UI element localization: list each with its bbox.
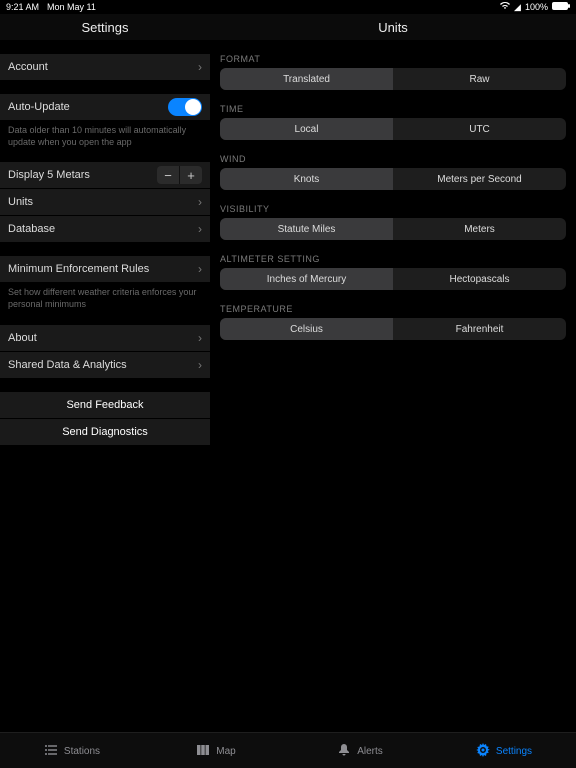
auto-update-toggle[interactable] bbox=[168, 98, 202, 116]
wifi-icon bbox=[500, 2, 510, 12]
segment-option[interactable]: Translated bbox=[220, 68, 393, 90]
cell-icon: ◢ bbox=[514, 2, 521, 13]
segment-option[interactable]: Hectopascals bbox=[393, 268, 566, 290]
auto-update-row: Auto-Update bbox=[0, 94, 210, 121]
segmented-control: TranslatedRaw bbox=[220, 68, 566, 90]
segmented-control: Statute MilesMeters bbox=[220, 218, 566, 240]
shared-data-row[interactable]: Shared Data & Analytics › bbox=[0, 352, 210, 378]
group-label: TEMPERATURE bbox=[210, 304, 576, 314]
segment-option[interactable]: Local bbox=[220, 118, 393, 140]
segment-option[interactable]: Fahrenheit bbox=[393, 318, 566, 340]
send-feedback-button[interactable]: Send Feedback bbox=[0, 392, 210, 419]
chevron-right-icon: › bbox=[198, 358, 202, 372]
segment-option[interactable]: UTC bbox=[393, 118, 566, 140]
group-label: TIME bbox=[210, 104, 576, 114]
segment-option[interactable]: Knots bbox=[220, 168, 393, 190]
min-rules-label: Minimum Enforcement Rules bbox=[8, 263, 149, 275]
list-icon bbox=[44, 743, 58, 760]
status-bar: 9:21 AM Mon May 11 ◢ 100% bbox=[0, 0, 576, 14]
group-label: ALTIMETER SETTING bbox=[210, 254, 576, 264]
about-row[interactable]: About › bbox=[0, 325, 210, 352]
auto-update-desc: Data older than 10 minutes will automati… bbox=[0, 121, 210, 148]
send-diagnostics-button[interactable]: Send Diagnostics bbox=[0, 419, 210, 446]
chevron-right-icon: › bbox=[198, 331, 202, 345]
tab-label: Map bbox=[216, 746, 235, 757]
gear-icon bbox=[476, 743, 490, 760]
tab-settings[interactable]: Settings bbox=[432, 733, 576, 768]
units-row[interactable]: Units › bbox=[0, 189, 210, 216]
sidebar-title: Settings bbox=[0, 14, 210, 40]
account-row[interactable]: Account › bbox=[0, 54, 210, 80]
segmented-control: Inches of MercuryHectopascals bbox=[220, 268, 566, 290]
units-label: Units bbox=[8, 196, 33, 208]
display-metars-label: Display 5 Metars bbox=[8, 169, 90, 181]
auto-update-label: Auto-Update bbox=[8, 101, 70, 113]
group-label: WIND bbox=[210, 154, 576, 164]
tab-label: Settings bbox=[496, 746, 532, 757]
stepper-minus-button[interactable]: − bbox=[157, 166, 179, 184]
segmented-control: CelsiusFahrenheit bbox=[220, 318, 566, 340]
segment-option[interactable]: Meters bbox=[393, 218, 566, 240]
account-label: Account bbox=[8, 61, 48, 73]
min-rules-desc: Set how different weather criteria enfor… bbox=[0, 283, 210, 310]
tab-alerts[interactable]: Alerts bbox=[288, 733, 432, 768]
units-detail: Units FORMAT TranslatedRaw TIME LocalUTC WIN… bbox=[210, 14, 576, 732]
metars-stepper: − + bbox=[157, 166, 202, 184]
tab-label: Stations bbox=[64, 746, 100, 757]
chevron-right-icon: › bbox=[198, 195, 202, 209]
tab-label: Alerts bbox=[357, 746, 383, 757]
segmented-control: KnotsMeters per Second bbox=[220, 168, 566, 190]
tab-map[interactable]: Map bbox=[144, 733, 288, 768]
bell-icon bbox=[337, 743, 351, 760]
segment-option[interactable]: Meters per Second bbox=[393, 168, 566, 190]
chevron-right-icon: › bbox=[198, 262, 202, 276]
group-label: FORMAT bbox=[210, 54, 576, 64]
battery-pct: 100% bbox=[525, 2, 548, 12]
segment-option[interactable]: Inches of Mercury bbox=[220, 268, 393, 290]
map-icon bbox=[196, 743, 210, 760]
settings-sidebar: Settings Account › Auto-Update Data olde… bbox=[0, 14, 210, 732]
tab-bar: Stations Map Alerts Settings bbox=[0, 732, 576, 768]
about-label: About bbox=[8, 332, 37, 344]
battery-icon bbox=[552, 2, 570, 12]
tab-stations[interactable]: Stations bbox=[0, 733, 144, 768]
stepper-plus-button[interactable]: + bbox=[179, 166, 202, 184]
group-label: VISIBILITY bbox=[210, 204, 576, 214]
chevron-right-icon: › bbox=[198, 60, 202, 74]
chevron-right-icon: › bbox=[198, 222, 202, 236]
display-metars-row: Display 5 Metars − + bbox=[0, 162, 210, 189]
segment-option[interactable]: Celsius bbox=[220, 318, 393, 340]
status-time: 9:21 AM bbox=[6, 2, 39, 12]
detail-title: Units bbox=[210, 14, 576, 40]
segment-option[interactable]: Raw bbox=[393, 68, 566, 90]
min-rules-row[interactable]: Minimum Enforcement Rules › bbox=[0, 256, 210, 283]
segment-option[interactable]: Statute Miles bbox=[220, 218, 393, 240]
shared-data-label: Shared Data & Analytics bbox=[8, 359, 127, 371]
database-row[interactable]: Database › bbox=[0, 216, 210, 242]
segmented-control: LocalUTC bbox=[220, 118, 566, 140]
status-date: Mon May 11 bbox=[47, 2, 96, 12]
database-label: Database bbox=[8, 223, 55, 235]
